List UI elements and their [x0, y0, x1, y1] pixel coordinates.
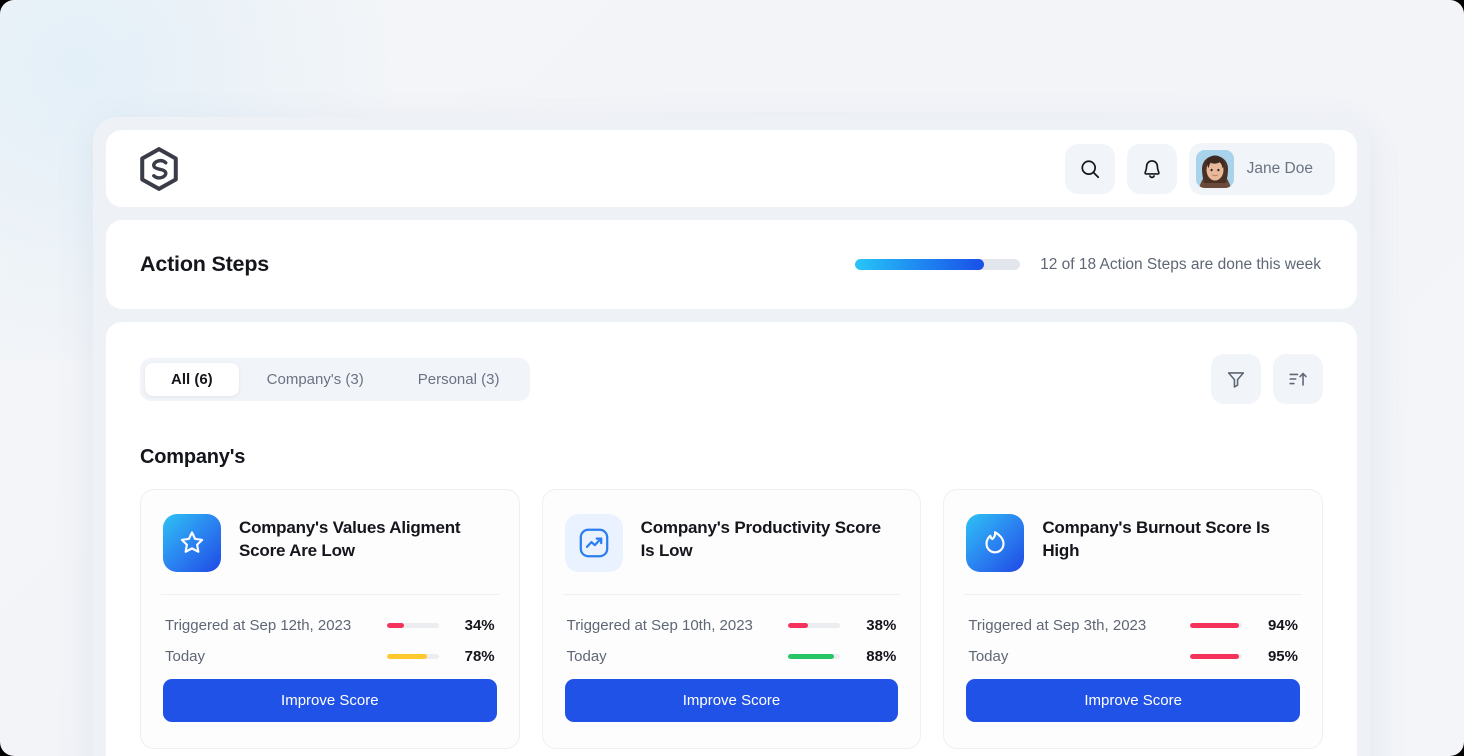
panel-toolbar: All (6) Company's (3) Personal (3) — [140, 354, 1323, 404]
metric-bar-fill — [788, 623, 809, 628]
progress-bar-fill — [855, 259, 984, 270]
metric-row: Triggered at Sep 3th, 2023 94% — [968, 617, 1298, 634]
sort-button[interactable] — [1273, 354, 1323, 404]
card-header: Company's Productivity Score Is Low — [564, 514, 899, 594]
search-icon — [1079, 158, 1101, 180]
card-metrics: Triggered at Sep 10th, 2023 38% Today 88% — [565, 595, 899, 665]
action-step-card: Company's Burnout Score Is High Triggered… — [943, 489, 1323, 749]
metric-bar — [386, 654, 439, 659]
bell-icon — [1141, 158, 1163, 180]
metric-bar-fill — [386, 623, 405, 628]
metric-label: Today — [566, 648, 607, 665]
card-header: Company's Burnout Score Is High — [966, 514, 1300, 594]
progress-status-text: 12 of 18 Action Steps are done this week — [1040, 255, 1321, 273]
hexagon-s-logo-icon[interactable] — [136, 146, 182, 192]
header-actions: Jane Doe — [1064, 142, 1335, 195]
improve-score-button[interactable]: Improve Score — [163, 679, 497, 722]
metric-value: 88% — [866, 648, 897, 665]
metric-bar — [788, 654, 841, 659]
metric-bar-fill — [1189, 654, 1240, 659]
tab-1[interactable]: Company's (3) — [241, 363, 390, 396]
action-step-cards: Company's Values Aligment Score Are Low T… — [140, 489, 1323, 749]
card-header: Company's Values Aligment Score Are Low — [163, 514, 497, 594]
card-title: Company's Burnout Score Is High — [1042, 518, 1270, 560]
metric-value: 38% — [866, 617, 897, 634]
notifications-button[interactable] — [1126, 143, 1177, 194]
action-steps-banner: Action Steps 12 of 18 Action Steps are d… — [106, 220, 1357, 309]
metric-label: Today — [165, 648, 206, 665]
metric-value: 95% — [1267, 648, 1298, 665]
filter-tabs: All (6) Company's (3) Personal (3) — [140, 357, 531, 401]
user-menu[interactable]: Jane Doe — [1188, 142, 1335, 195]
action-step-card: Company's Productivity Score Is Low Trigg… — [541, 489, 922, 749]
improve-score-button[interactable]: Improve Score — [966, 679, 1300, 722]
metric-bar — [1189, 654, 1242, 659]
metric-bar-fill — [1189, 623, 1239, 628]
card-title: Company's Values Aligment Score Are Low — [239, 518, 461, 560]
card-metrics: Triggered at Sep 12th, 2023 34% Today 78% — [163, 595, 497, 665]
flame-icon — [966, 514, 1025, 572]
card-title: Company's Productivity Score Is Low — [640, 518, 881, 560]
progress-bar — [855, 259, 1021, 270]
metric-bar-fill — [386, 654, 428, 659]
search-button[interactable] — [1064, 143, 1115, 194]
metric-bar — [788, 623, 841, 628]
page-title: Action Steps — [140, 252, 270, 276]
app-header: Jane Doe — [106, 130, 1357, 207]
metric-row: Today 88% — [567, 648, 897, 665]
metric-row: Triggered at Sep 10th, 2023 38% — [567, 617, 897, 634]
user-name: Jane Doe — [1246, 159, 1313, 177]
metric-bar — [386, 623, 439, 628]
metric-value: 94% — [1267, 617, 1298, 634]
improve-score-button[interactable]: Improve Score — [564, 679, 899, 722]
avatar — [1195, 149, 1234, 188]
metric-row: Triggered at Sep 12th, 2023 34% — [165, 617, 495, 634]
star-icon — [163, 514, 221, 572]
metric-bar — [1189, 623, 1242, 628]
metric-row: Today 78% — [165, 648, 495, 665]
filter-button[interactable] — [1211, 354, 1261, 404]
action-steps-panel: All (6) Company's (3) Personal (3) Compa… — [106, 322, 1357, 756]
metric-value: 78% — [464, 648, 495, 665]
metric-bar-fill — [788, 654, 835, 659]
app-window: Jane Doe Action Steps 12 of 18 Action St… — [93, 117, 1370, 756]
action-step-card: Company's Values Aligment Score Are Low T… — [140, 489, 520, 749]
metric-label: Today — [968, 648, 1009, 665]
metric-label: Triggered at Sep 10th, 2023 — [566, 617, 753, 634]
filter-funnel-icon — [1225, 368, 1247, 390]
progress-group: 12 of 18 Action Steps are done this week — [855, 256, 1321, 274]
sort-ascending-icon — [1287, 368, 1309, 390]
tab-2[interactable]: Personal (3) — [392, 363, 526, 396]
metric-row: Today 95% — [968, 648, 1298, 665]
metric-label: Triggered at Sep 12th, 2023 — [165, 617, 352, 634]
tab-0[interactable]: All (6) — [145, 362, 239, 396]
panel-actions — [1211, 354, 1323, 404]
section-title: Company's — [140, 446, 246, 468]
chart-trending-up-icon — [564, 514, 623, 572]
page-background: Jane Doe Action Steps 12 of 18 Action St… — [0, 0, 1464, 756]
metric-label: Triggered at Sep 3th, 2023 — [968, 617, 1147, 634]
metric-value: 34% — [464, 617, 495, 634]
card-metrics: Triggered at Sep 3th, 2023 94% Today 95% — [966, 595, 1300, 665]
